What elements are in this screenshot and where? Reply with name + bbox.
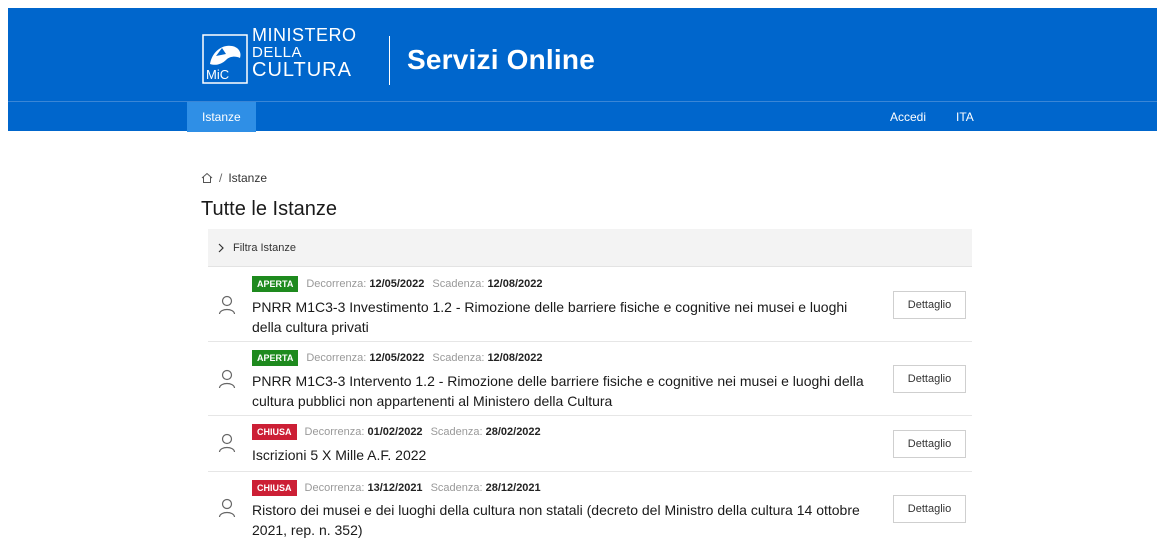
item-meta: APERTA Decorrenza: 12/05/2022 Scadenza: … — [252, 350, 543, 366]
logo-line-1: MINISTERO — [252, 25, 357, 45]
logo-line-2: DELLA — [252, 44, 303, 61]
scadenza-label: Scadenza: — [430, 482, 483, 494]
status-badge: APERTA — [252, 350, 299, 366]
decorrenza-label: Decorrenza: — [306, 352, 367, 364]
user-icon — [218, 369, 236, 389]
item-title[interactable]: PNRR M1C3-3 Intervento 1.2 - Rimozione d… — [252, 371, 872, 411]
detail-button[interactable]: Dettaglio — [893, 495, 966, 523]
item-title[interactable]: Iscrizioni 5 X Mille A.F. 2022 — [252, 445, 872, 465]
decorrenza-value: 13/12/2021 — [367, 482, 423, 494]
breadcrumb-separator: / — [219, 171, 223, 185]
decorrenza-label: Decorrenza: — [304, 426, 365, 438]
detail-button[interactable]: Dettaglio — [893, 430, 966, 458]
logo-wordmark: MINISTERO DELLA CULTURA — [252, 26, 357, 80]
item-meta: APERTA Decorrenza: 12/05/2022 Scadenza: … — [252, 276, 543, 292]
item-title[interactable]: Ristoro dei musei e dei luoghi della cul… — [252, 500, 872, 540]
status-badge: CHIUSA — [252, 480, 297, 496]
decorrenza-label: Decorrenza: — [306, 278, 367, 290]
scadenza-value: 12/08/2022 — [487, 278, 543, 290]
page-title: Tutte le Istanze — [201, 198, 337, 220]
list-item: APERTA Decorrenza: 12/05/2022 Scadenza: … — [208, 342, 972, 416]
mic-emblem-icon: MiC — [202, 34, 248, 84]
user-icon — [218, 433, 236, 453]
logo-line-3: CULTURA — [252, 59, 352, 81]
list-item: APERTA Decorrenza: 12/05/2022 Scadenza: … — [208, 268, 972, 342]
scadenza-label: Scadenza: — [430, 426, 483, 438]
site-title[interactable]: Servizi Online — [407, 44, 595, 76]
item-meta: CHIUSA Decorrenza: 13/12/2021 Scadenza: … — [252, 480, 541, 496]
filter-toggle[interactable]: Filtra Istanze — [208, 229, 972, 267]
filter-label: Filtra Istanze — [233, 241, 296, 254]
scadenza-value: 12/08/2022 — [487, 352, 543, 364]
decorrenza-label: Decorrenza: — [304, 482, 365, 494]
decorrenza-value: 12/05/2022 — [369, 352, 425, 364]
scadenza-label: Scadenza: — [432, 352, 485, 364]
list-item: CHIUSA Decorrenza: 01/02/2022 Scadenza: … — [208, 416, 972, 472]
ministry-logo[interactable]: MiC MINISTERO DELLA CULTURA — [202, 26, 362, 90]
main-navbar: Istanze Accedi ITA — [8, 101, 1157, 132]
language-selector[interactable]: ITA — [956, 102, 974, 132]
site-header: MiC MINISTERO DELLA CULTURA Servizi Onli… — [8, 8, 1157, 101]
decorrenza-value: 01/02/2022 — [367, 426, 423, 438]
scadenza-value: 28/02/2022 — [485, 426, 541, 438]
user-icon — [218, 295, 236, 315]
logo-mark: MiC — [206, 67, 229, 82]
list-item: CHIUSA Decorrenza: 13/12/2021 Scadenza: … — [208, 472, 972, 541]
breadcrumb-current: Istanze — [228, 171, 268, 185]
scadenza-label: Scadenza: — [432, 278, 485, 290]
breadcrumb: / Istanze — [201, 171, 267, 185]
detail-button[interactable]: Dettaglio — [893, 365, 966, 393]
chevron-right-icon — [218, 243, 224, 252]
scadenza-value: 28/12/2021 — [485, 482, 541, 494]
decorrenza-value: 12/05/2022 — [369, 278, 425, 290]
detail-button[interactable]: Dettaglio — [893, 291, 966, 319]
status-badge: APERTA — [252, 276, 299, 292]
login-link[interactable]: Accedi — [890, 102, 926, 132]
item-meta: CHIUSA Decorrenza: 01/02/2022 Scadenza: … — [252, 424, 541, 440]
status-badge: CHIUSA — [252, 424, 297, 440]
tab-istanze[interactable]: Istanze — [187, 102, 256, 132]
item-title[interactable]: PNRR M1C3-3 Investimento 1.2 - Rimozione… — [252, 297, 872, 337]
header-divider — [389, 36, 390, 85]
user-icon — [218, 498, 236, 518]
home-icon[interactable] — [201, 172, 213, 184]
